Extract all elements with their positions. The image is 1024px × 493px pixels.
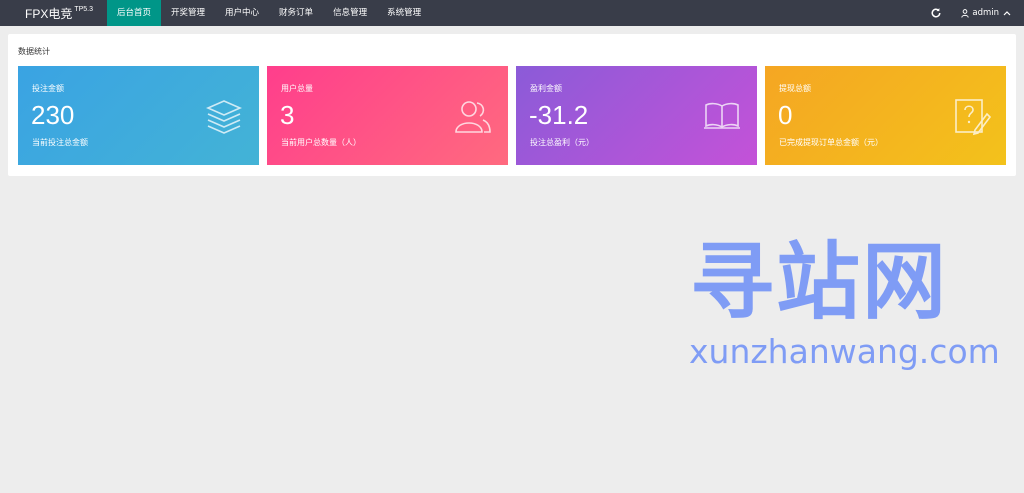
card-label: 盈利金额 (530, 84, 562, 93)
card-label: 用户总量 (281, 84, 313, 93)
card-desc: 已完成提现订单总金额（元） (779, 138, 883, 147)
layers-icon (206, 100, 242, 134)
username: admin (972, 8, 999, 18)
stats-panel: 数据统计 投注金额 230 当前投注总金额 用户总量 3 当前用户总数量（人） … (8, 34, 1016, 176)
stat-card-profit: 盈利金额 -31.2 投注总盈利（元） (516, 66, 757, 165)
version-label: TP5.3 (74, 6, 94, 13)
main-nav: 后台首页 开奖管理 用户中心 财务订单 信息管理 系统管理 (107, 0, 431, 26)
stat-card-bets: 投注金额 230 当前投注总金额 (18, 66, 259, 165)
nav-item-finance[interactable]: 财务订单 (269, 0, 323, 26)
user-menu[interactable]: admin (961, 8, 1014, 18)
edit-note-icon (955, 99, 991, 136)
card-label: 提现总额 (779, 84, 811, 93)
nav-item-system[interactable]: 系统管理 (377, 0, 431, 26)
watermark-chinese: 寻站网 (690, 233, 949, 331)
refresh-icon[interactable] (930, 7, 942, 19)
panel-title: 数据统计 (18, 47, 50, 56)
nav-item-info[interactable]: 信息管理 (323, 0, 377, 26)
watermark: 寻站网 xunzhanwang.com (689, 232, 1000, 371)
nav-item-lottery[interactable]: 开奖管理 (161, 0, 215, 26)
book-icon (704, 102, 740, 129)
nav-item-users[interactable]: 用户中心 (215, 0, 269, 26)
logo-text: FPX电竞 (25, 7, 73, 21)
card-value: 230 (31, 100, 75, 130)
user-icon (961, 8, 970, 18)
nav-item-home[interactable]: 后台首页 (107, 0, 162, 26)
card-value: 3 (280, 100, 295, 130)
header-right: admin (930, 0, 1024, 26)
users-icon (455, 101, 491, 133)
stat-card-withdraw: 提现总额 0 已完成提现订单总金额（元） (765, 66, 1006, 165)
card-label: 投注金额 (32, 84, 64, 93)
card-desc: 投注总盈利（元） (530, 138, 594, 147)
app-logo[interactable]: FPX电竞 TP5.3 (25, 5, 93, 22)
watermark-latin: xunzhanwang.com (689, 332, 1000, 371)
top-navbar: FPX电竞 TP5.3 后台首页 开奖管理 用户中心 财务订单 信息管理 系统管理… (0, 0, 1024, 26)
card-value: 0 (778, 100, 793, 130)
chevron-up-icon (1003, 11, 1011, 16)
card-value: -31.2 (529, 100, 589, 130)
stat-card-users: 用户总量 3 当前用户总数量（人） (267, 66, 508, 165)
card-desc: 当前用户总数量（人） (281, 138, 361, 147)
card-desc: 当前投注总金额 (32, 138, 88, 147)
